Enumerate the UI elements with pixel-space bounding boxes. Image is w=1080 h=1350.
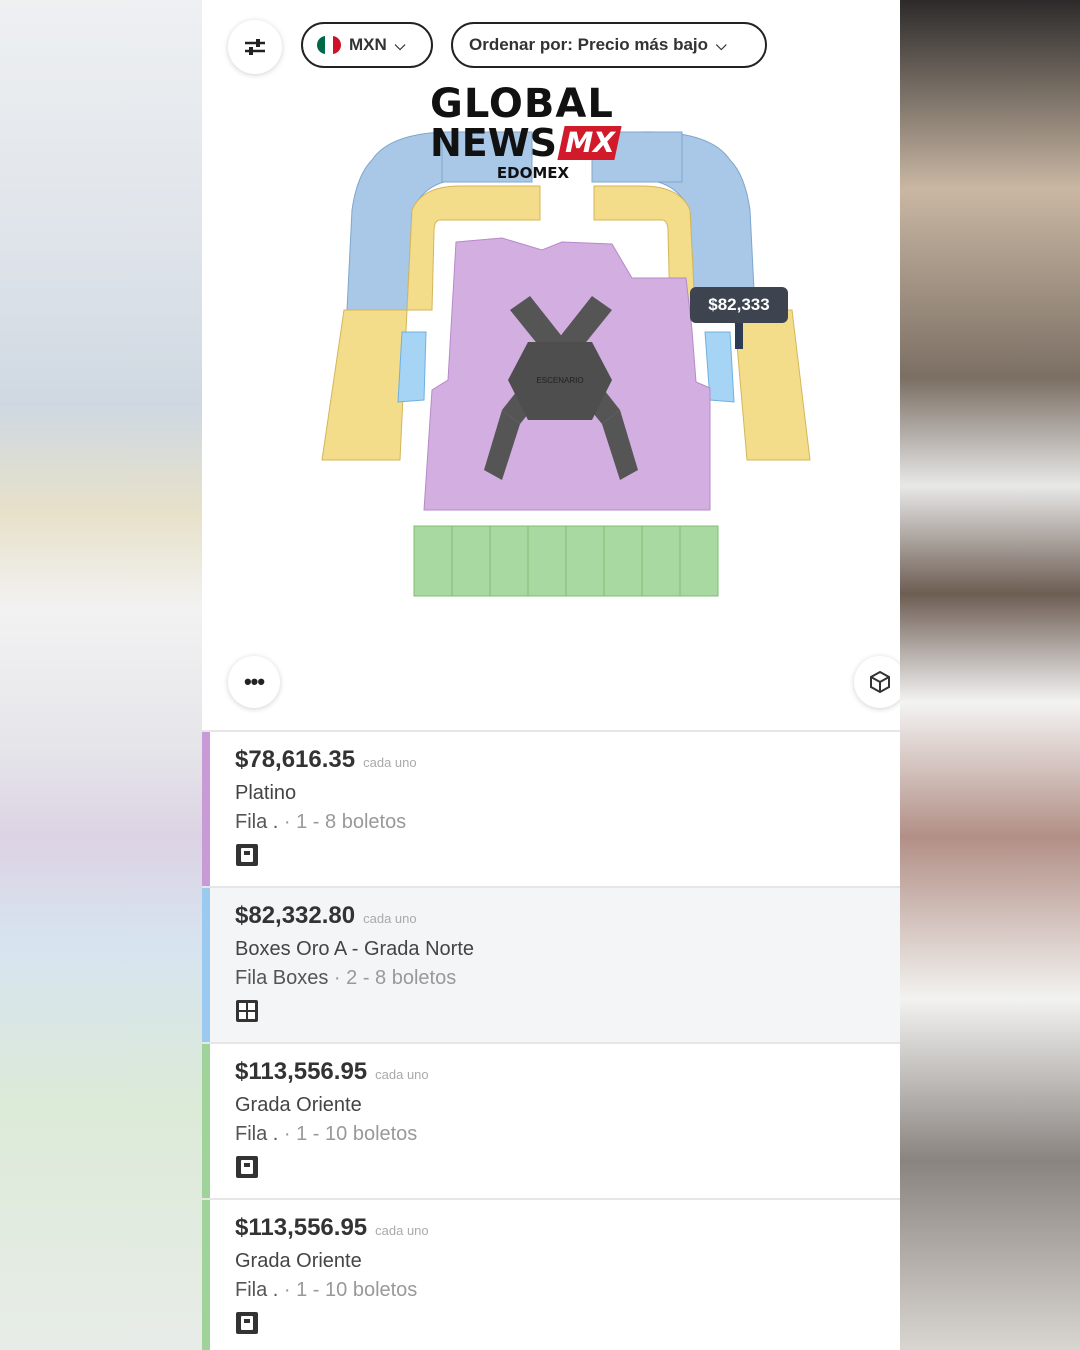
listing-row: Fila .	[235, 811, 279, 833]
section-color-bar	[202, 1200, 210, 1350]
toolbar: MXN ⌵ Ordenar por: Precio más bajo ⌵	[202, 0, 900, 90]
qr-ticket-icon	[236, 1000, 258, 1022]
listing-section: Boxes Oro A - Grada Norte	[235, 938, 474, 960]
stage-label: ESCENARIO	[536, 376, 583, 385]
price-unit: cada uno	[363, 755, 417, 770]
chevron-down-icon: ⌵	[716, 36, 727, 53]
listing-card[interactable]: $82,332.80 cada uno Boxes Oro A - Grada …	[202, 886, 900, 1042]
section-color-bar	[202, 732, 210, 886]
green-block[interactable]	[413, 525, 453, 597]
watermark-line3: EDOMEX	[496, 164, 570, 182]
watermark-logo: GLOBAL NEWS MX EDOMEX	[430, 84, 626, 182]
watermark-line2: NEWS	[430, 121, 558, 165]
listing-row: Fila .	[235, 1279, 279, 1301]
listings: $78,616.35 cada uno Platino Fila . · 1 -…	[202, 730, 900, 1350]
listing-section: Grada Oriente	[235, 1250, 362, 1272]
price-unit: cada uno	[363, 911, 417, 926]
price-unit: cada uno	[375, 1067, 429, 1082]
flag-stripe	[333, 36, 341, 54]
seating-map[interactable]: ESCENARIO	[202, 120, 900, 620]
listing-card[interactable]: $113,556.95 cada uno Grada Oriente Fila …	[202, 1042, 900, 1198]
mobile-ticket-icon	[236, 1312, 258, 1334]
green-block[interactable]	[603, 525, 643, 597]
listing-section: Platino	[235, 782, 297, 804]
price-row: $78,616.35 cada uno	[235, 732, 900, 774]
currency-label: MXN	[349, 35, 387, 54]
watermark-line2-row: NEWS MX	[430, 124, 626, 162]
listing-price: $113,556.95	[235, 1214, 368, 1241]
sliders-icon	[245, 39, 265, 55]
section-yellow-left-lower[interactable]	[321, 309, 408, 461]
listing-row-line: Fila . · 1 - 10 boletos	[235, 1123, 900, 1146]
app-screen: MXN ⌵ Ordenar por: Precio más bajo ⌵ ESC…	[202, 0, 900, 1350]
price-unit: cada uno	[375, 1223, 429, 1238]
currency-selector[interactable]: MXN ⌵	[301, 22, 433, 68]
listing-row: Fila Boxes	[235, 967, 329, 989]
listing-row-line: Fila . · 1 - 8 boletos	[235, 811, 900, 834]
price-row: $113,556.95 cada uno	[235, 1200, 900, 1242]
mobile-ticket-icon	[236, 1156, 258, 1178]
price-row: $82,332.80 cada uno	[235, 888, 900, 930]
listing-price: $82,332.80	[235, 902, 356, 929]
listing-quantity: · 2 - 8 boletos	[328, 967, 457, 989]
listing-quantity: · 1 - 10 boletos	[278, 1279, 418, 1301]
listing-quantity: · 1 - 8 boletos	[278, 811, 407, 833]
sort-label: Ordenar por: Precio más bajo	[469, 35, 709, 54]
section-boxes-left[interactable]	[397, 331, 427, 403]
listing-card[interactable]: $78,616.35 cada uno Platino Fila . · 1 -…	[202, 730, 900, 886]
watermark-badge: MX	[557, 126, 623, 160]
green-block[interactable]	[527, 525, 567, 597]
green-block[interactable]	[641, 525, 681, 597]
chevron-down-icon: ⌵	[394, 36, 406, 53]
green-block[interactable]	[451, 525, 491, 597]
green-block[interactable]	[679, 525, 719, 597]
section-green-floor[interactable]	[413, 525, 719, 597]
listing-row-line: Fila . · 1 - 10 boletos	[235, 1279, 900, 1302]
cube-icon	[870, 670, 890, 694]
listing-card[interactable]: $113,556.95 cada uno Grada Oriente Fila …	[202, 1198, 900, 1350]
flag-stripe	[317, 36, 325, 54]
3d-view-button[interactable]	[854, 656, 900, 708]
price-row: $113,556.95 cada uno	[235, 1044, 900, 1086]
listing-row-line: Fila Boxes · 2 - 8 boletos	[235, 967, 900, 990]
filter-button[interactable]	[228, 20, 282, 74]
listing-row: Fila .	[235, 1123, 279, 1145]
mobile-ticket-icon	[236, 844, 258, 866]
ellipsis-icon: •••	[243, 669, 265, 694]
listing-section: Grada Oriente	[235, 1094, 362, 1116]
listing-price: $113,556.95	[235, 1058, 368, 1085]
section-color-bar	[202, 888, 210, 1042]
blurred-background-right	[900, 0, 1080, 1350]
listing-quantity: · 1 - 10 boletos	[278, 1123, 418, 1145]
section-yellow-right-lower[interactable]	[733, 309, 811, 461]
mexico-flag-icon	[317, 36, 341, 54]
flag-stripe	[325, 36, 333, 54]
map-price-tag[interactable]: $82,333	[690, 287, 788, 349]
watermark-line1: GLOBAL	[430, 81, 614, 127]
section-color-bar	[202, 1044, 210, 1198]
blurred-background-left	[0, 0, 202, 1350]
listing-price: $78,616.35	[235, 746, 356, 773]
sort-selector[interactable]: Ordenar por: Precio más bajo ⌵	[451, 22, 767, 68]
more-options-button[interactable]: •••	[228, 656, 280, 708]
green-block[interactable]	[489, 525, 529, 597]
green-block[interactable]	[565, 525, 605, 597]
